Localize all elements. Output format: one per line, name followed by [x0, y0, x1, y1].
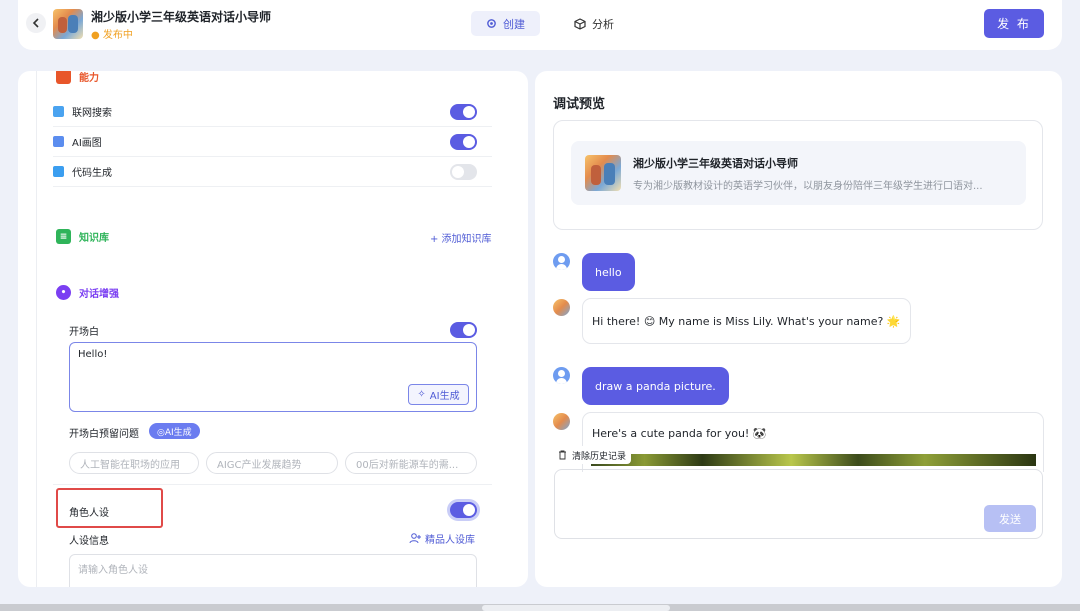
- role-toggle[interactable]: [450, 502, 477, 518]
- ai-generate-button[interactable]: ✧ AI生成: [408, 384, 469, 405]
- generated-panda-image: [591, 454, 1036, 466]
- image-gen-toggle[interactable]: [450, 134, 477, 150]
- role-info-label: 人设信息: [69, 536, 109, 547]
- dialog-enhance-header: • 对话增强: [56, 285, 119, 300]
- chat-input[interactable]: 发送: [554, 469, 1043, 539]
- capability-row-search: 联网搜索: [53, 97, 492, 127]
- trash-icon: [559, 450, 566, 460]
- clear-history-button[interactable]: 清除历史记录: [553, 446, 632, 464]
- tab-create-label: 创建: [503, 17, 525, 31]
- status-badge: ● 发布中: [91, 30, 133, 41]
- bot-avatar: [585, 155, 621, 191]
- app-avatar: [53, 9, 83, 39]
- chat-bubble-icon: •: [56, 285, 71, 300]
- send-button[interactable]: 发送: [984, 505, 1036, 532]
- image-gen-icon: [53, 136, 64, 147]
- add-knowledge-button[interactable]: + 添加知识库: [430, 230, 492, 245]
- opening-text: Hello!: [78, 349, 108, 360]
- back-button[interactable]: [26, 13, 46, 33]
- opening-label: 开场白: [69, 327, 99, 338]
- code-gen-icon: [53, 166, 64, 177]
- capabilities-header: 能力: [56, 71, 99, 84]
- chevron-left-icon: [32, 18, 39, 28]
- opening-toggle[interactable]: [450, 322, 477, 338]
- capabilities-title: 能力: [79, 73, 99, 84]
- cube-icon: [56, 71, 71, 84]
- user-avatar: [553, 367, 570, 384]
- user-message: hello: [582, 253, 635, 291]
- bot-avatar-small: [553, 413, 570, 430]
- preset-questions-label: 开场白预留问题: [69, 429, 139, 440]
- user-avatar: [553, 253, 570, 270]
- code-gen-toggle[interactable]: [450, 164, 477, 180]
- dialog-enhance-title: 对话增强: [79, 289, 119, 300]
- preset-ai-generate-badge[interactable]: ◎AI生成: [149, 423, 200, 439]
- preset-question-input[interactable]: 00后对新能源车的需...: [345, 452, 477, 474]
- top-header: 湘少版小学三年级英语对话小导师 ● 发布中 创建 分析 发 布: [18, 0, 1062, 50]
- scrollbar-thumb[interactable]: [482, 605, 670, 611]
- user-message: draw a panda picture.: [582, 367, 729, 405]
- sparkle-icon: ✧: [417, 389, 426, 400]
- capability-label: AI画图: [72, 138, 102, 149]
- preview-title: 调试预览: [553, 97, 606, 112]
- role-library-button[interactable]: 精品人设库: [409, 531, 475, 546]
- divider: [53, 484, 492, 485]
- role-library-label: 精品人设库: [425, 535, 475, 546]
- knowledge-title: 知识库: [79, 233, 109, 244]
- settings-panel[interactable]: 能力 联网搜索 AI画图 代码生成 ≡ 知识库 + 添加知识库 • 对话增强 开…: [18, 71, 528, 587]
- ai-generate-label: AI生成: [429, 391, 460, 402]
- capability-row-image: AI画图: [53, 127, 492, 157]
- bot-card-title: 湘少版小学三年级英语对话小导师: [633, 157, 798, 170]
- user-plus-icon: [409, 533, 421, 544]
- preset-question-input[interactable]: AIGC产业发展趋势: [206, 452, 338, 474]
- bot-info-card: 湘少版小学三年级英语对话小导师 专为湘少版教材设计的英语学习伙伴，以朋友身份陪伴…: [553, 120, 1043, 230]
- debug-preview-panel: 调试预览 湘少版小学三年级英语对话小导师 专为湘少版教材设计的英语学习伙伴，以朋…: [535, 71, 1062, 587]
- tab-analyze-label: 分析: [592, 17, 614, 31]
- bot-info-inner: 湘少版小学三年级英语对话小导师 专为湘少版教材设计的英语学习伙伴，以朋友身份陪伴…: [571, 141, 1026, 205]
- app-title: 湘少版小学三年级英语对话小导师: [91, 10, 272, 24]
- bot-card-description: 专为湘少版教材设计的英语学习伙伴，以朋友身份陪伴三年级学生进行口语对...: [633, 181, 983, 192]
- publish-button[interactable]: 发 布: [984, 9, 1044, 38]
- gear-icon: [487, 19, 496, 28]
- knowledge-book-icon: ≡: [56, 229, 71, 244]
- capability-row-code: 代码生成: [53, 157, 492, 187]
- bot-message: Hi there! 😊 My name is Miss Lily. What's…: [582, 298, 911, 344]
- capability-label: 联网搜索: [72, 108, 112, 119]
- role-input[interactable]: 请输入角色人设: [69, 554, 477, 587]
- web-search-icon: [53, 106, 64, 117]
- panel-scroll-track: [36, 71, 37, 587]
- bot-avatar-small: [553, 299, 570, 316]
- knowledge-header: ≡ 知识库: [56, 229, 109, 244]
- clear-history-label: 清除历史记录: [572, 451, 627, 462]
- tab-create[interactable]: 创建: [471, 11, 540, 36]
- capability-label: 代码生成: [72, 168, 112, 179]
- opening-textarea[interactable]: Hello! ✧ AI生成: [69, 342, 477, 412]
- tab-analyze[interactable]: 分析: [559, 11, 629, 36]
- cube-icon: [574, 17, 586, 30]
- preset-question-input[interactable]: 人工智能在职场的应用: [69, 452, 199, 474]
- role-label: 角色人设: [69, 508, 109, 519]
- web-search-toggle[interactable]: [450, 104, 477, 120]
